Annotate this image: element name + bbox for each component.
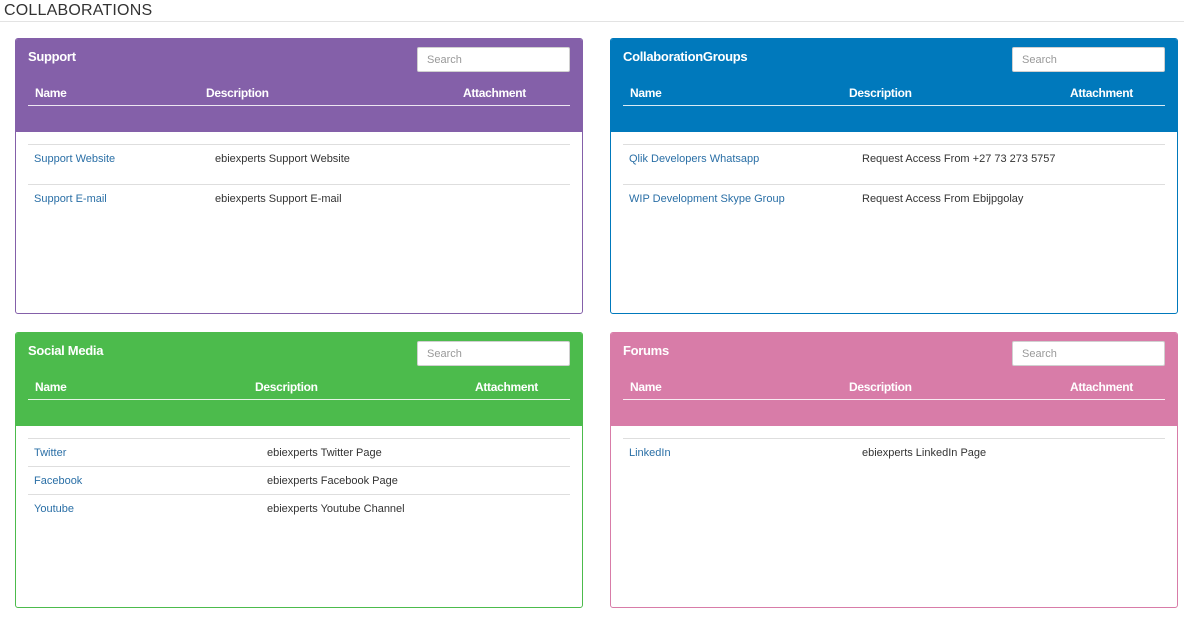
panel-header: Support Name Description Attachment bbox=[16, 39, 582, 132]
collaboration-description: ebiexperts Twitter Page bbox=[267, 447, 382, 459]
column-header-description[interactable]: Description bbox=[849, 380, 912, 394]
collaboration-link[interactable]: LinkedIn bbox=[629, 447, 671, 459]
panel-title: CollaborationGroups bbox=[623, 49, 748, 64]
page-title: COLLABORATIONS bbox=[4, 2, 153, 19]
column-header-description[interactable]: Description bbox=[255, 380, 318, 394]
header-divider bbox=[623, 399, 1165, 400]
collaboration-link[interactable]: Qlik Developers Whatsapp bbox=[629, 153, 759, 165]
panel-title: Support bbox=[28, 49, 76, 64]
panel-forums: Forums Name Description Attachment Linke… bbox=[610, 332, 1178, 608]
column-header-attachment[interactable]: Attachment bbox=[1070, 380, 1133, 394]
search-input[interactable] bbox=[417, 47, 570, 72]
search-input[interactable] bbox=[1012, 341, 1165, 366]
panel-header: Social Media Name Description Attachment bbox=[16, 333, 582, 426]
collaboration-link[interactable]: Youtube bbox=[34, 503, 74, 515]
column-header-name[interactable]: Name bbox=[35, 86, 67, 100]
collaboration-description: ebiexperts Facebook Page bbox=[267, 475, 398, 487]
collaboration-description: ebiexperts Support E-mail bbox=[215, 193, 342, 205]
column-header-name[interactable]: Name bbox=[630, 380, 662, 394]
collaboration-description: Request Access From Ebijpgolay bbox=[862, 193, 1024, 205]
panel-social-media: Social Media Name Description Attachment… bbox=[15, 332, 583, 608]
column-header-attachment[interactable]: Attachment bbox=[463, 86, 526, 100]
title-divider bbox=[0, 21, 1184, 22]
table-row: Twitter ebiexperts Twitter Page bbox=[28, 438, 570, 466]
collaboration-link[interactable]: WIP Development Skype Group bbox=[629, 193, 785, 205]
table-row: WIP Development Skype Group Request Acce… bbox=[623, 184, 1165, 224]
table-row: Support Website ebiexperts Support Websi… bbox=[28, 144, 570, 184]
table-body: Support Website ebiexperts Support Websi… bbox=[28, 144, 570, 224]
table-row: Qlik Developers Whatsapp Request Access … bbox=[623, 144, 1165, 184]
panel-header: Forums Name Description Attachment bbox=[611, 333, 1177, 426]
table-row: Youtube ebiexperts Youtube Channel bbox=[28, 494, 570, 522]
collaboration-description: Request Access From +27 73 273 5757 bbox=[862, 153, 1056, 165]
table-row: Support E-mail ebiexperts Support E-mail bbox=[28, 184, 570, 224]
table-row: Facebook ebiexperts Facebook Page bbox=[28, 466, 570, 494]
header-divider bbox=[623, 105, 1165, 106]
search-input[interactable] bbox=[1012, 47, 1165, 72]
table-body: Qlik Developers Whatsapp Request Access … bbox=[623, 144, 1165, 224]
collaboration-link[interactable]: Support Website bbox=[34, 153, 115, 165]
collaboration-description: ebiexperts Support Website bbox=[215, 153, 350, 165]
table-body: Twitter ebiexperts Twitter Page Facebook… bbox=[28, 438, 570, 522]
column-header-description[interactable]: Description bbox=[849, 86, 912, 100]
table-body: LinkedIn ebiexperts LinkedIn Page bbox=[623, 438, 1165, 466]
panel-title: Social Media bbox=[28, 343, 104, 358]
collaboration-description: ebiexperts Youtube Channel bbox=[267, 503, 405, 515]
collaboration-link[interactable]: Twitter bbox=[34, 447, 66, 459]
panel-header: CollaborationGroups Name Description Att… bbox=[611, 39, 1177, 132]
header-divider bbox=[28, 105, 570, 106]
collaboration-link[interactable]: Support E-mail bbox=[34, 193, 107, 205]
collaboration-description: ebiexperts LinkedIn Page bbox=[862, 447, 987, 459]
column-header-description[interactable]: Description bbox=[206, 86, 269, 100]
panel-support: Support Name Description Attachment Supp… bbox=[15, 38, 583, 314]
panel-collaboration-groups: CollaborationGroups Name Description Att… bbox=[610, 38, 1178, 314]
column-header-attachment[interactable]: Attachment bbox=[475, 380, 538, 394]
header-divider bbox=[28, 399, 570, 400]
column-header-name[interactable]: Name bbox=[630, 86, 662, 100]
panel-title: Forums bbox=[623, 343, 669, 358]
collaboration-link[interactable]: Facebook bbox=[34, 475, 82, 487]
search-input[interactable] bbox=[417, 341, 570, 366]
column-header-name[interactable]: Name bbox=[35, 380, 67, 394]
column-header-attachment[interactable]: Attachment bbox=[1070, 86, 1133, 100]
table-row: LinkedIn ebiexperts LinkedIn Page bbox=[623, 438, 1165, 466]
